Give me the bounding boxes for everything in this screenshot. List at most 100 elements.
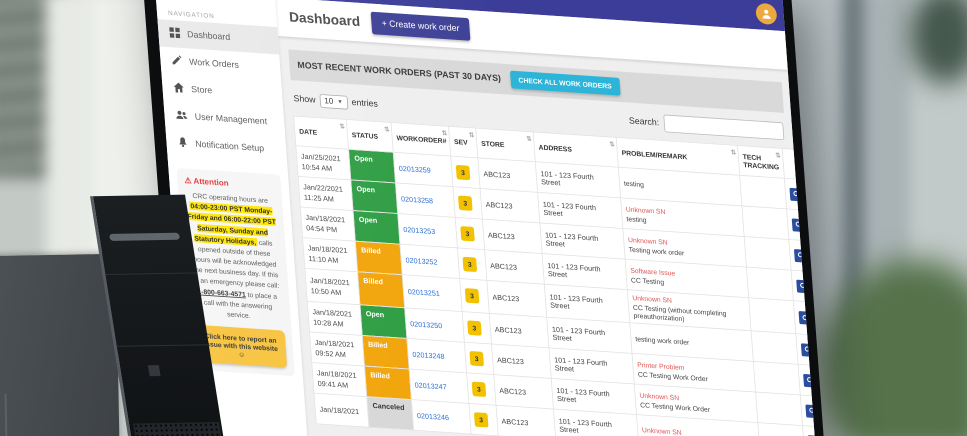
view-workorder-button[interactable] (791, 218, 807, 232)
column-header-label: ADDRESS (538, 143, 573, 154)
severity-badge: 3 (469, 350, 484, 366)
view-workorder-button[interactable] (796, 279, 811, 294)
search-label: Search: (628, 116, 660, 128)
search-icon (793, 188, 801, 201)
entries-select[interactable]: 10 ▼ (319, 93, 349, 110)
column-header-label: DATE (298, 127, 318, 137)
dashboard-app: AM PM NAVIGATION DashboardWork OrdersSto… (152, 0, 821, 436)
workorder-link[interactable]: 02013252 (405, 256, 438, 266)
cell-status: Open (359, 304, 407, 339)
cell-workorder: 02013252 (399, 244, 460, 279)
pc-tower-side (0, 253, 121, 436)
pencil-icon (171, 55, 182, 69)
office-scene: AM PM NAVIGATION DashboardWork OrdersSto… (0, 0, 967, 436)
column-header-workorder-[interactable]: WORKORDER# ⇅ (391, 122, 451, 157)
cell-sev: 3 (457, 247, 487, 281)
severity-badge: 3 (464, 288, 480, 304)
cell-store: ABC123 (486, 280, 547, 318)
column-header-status[interactable]: STATUS ⇅ (346, 119, 394, 153)
workorder-link[interactable]: 02013248 (412, 350, 445, 360)
cell-actions (798, 364, 821, 397)
cell-date: Jan/18/2021 04:54 PM (300, 207, 356, 242)
search-icon (797, 249, 805, 262)
cell-status: Billed (362, 335, 410, 369)
severity-badge: 3 (473, 411, 489, 428)
workorder-link[interactable]: 02013246 (417, 411, 450, 421)
cell-tech-tracking (755, 392, 803, 426)
cell-tech-tracking (748, 297, 796, 334)
cell-workorder: 02013253 (397, 213, 458, 248)
workorder-link[interactable]: 02013250 (410, 319, 443, 329)
sidebar-nav: Dashboard Work Orders Store User Management… (157, 19, 287, 164)
view-workorder-button[interactable] (793, 248, 809, 263)
view-workorder-button[interactable] (805, 404, 820, 418)
monitor: AM PM NAVIGATION DashboardWork OrdersSto… (140, 0, 833, 436)
cell-tech-tracking (753, 361, 801, 395)
person-icon (762, 9, 771, 20)
sidebar-item-label: Work Orders (188, 57, 240, 71)
search-control: Search: (628, 112, 785, 141)
sidebar-item-label: User Management (194, 112, 268, 127)
cell-status: Canceled (366, 396, 414, 431)
workorder-link[interactable]: 02013258 (401, 194, 434, 204)
view-workorder-button[interactable] (803, 373, 818, 388)
sort-icon: ⇅ (468, 131, 475, 139)
view-workorder-button[interactable] (800, 342, 816, 357)
attention-title: ⚠ Attention (184, 176, 274, 191)
status-badge: Billed (355, 241, 402, 275)
cell-status: Open (350, 179, 398, 214)
column-header-label: WORKORDER# (396, 133, 447, 145)
sort-icon: ⇅ (730, 148, 737, 157)
cell-actions (800, 394, 821, 428)
search-icon (804, 344, 812, 357)
column-header-sev[interactable]: SEV ⇅ (448, 126, 478, 158)
cell-workorder: 02013259 (393, 152, 453, 187)
pc-tower (0, 194, 233, 436)
sort-icon: ⇅ (526, 135, 532, 143)
status-badge: Billed (357, 272, 405, 308)
column-header-tech-tracking[interactable]: TECH TRACKING ⇅ (737, 145, 785, 179)
severity-badge: 3 (462, 256, 477, 272)
pc-logo-emblem (147, 365, 161, 377)
column-header-label: STORE (480, 139, 505, 149)
cell-address: 101 - 123 Fourth Street (553, 409, 639, 436)
cell-store: ABC123 (477, 157, 538, 193)
workorder-link[interactable]: 02013247 (414, 381, 447, 391)
workorder-link[interactable]: 02013259 (398, 164, 431, 174)
view-workorder-button[interactable] (789, 187, 804, 202)
status-badge: Billed (364, 366, 411, 400)
column-header-label: STATUS (351, 130, 379, 141)
column-header-date[interactable]: DATE ⇅ (293, 115, 349, 150)
column-header-store[interactable]: STORE ⇅ (475, 128, 536, 162)
sort-icon: ⇅ (775, 151, 781, 160)
cell-sev: 3 (462, 311, 492, 345)
cell-sev: 3 (455, 217, 485, 250)
workorder-link[interactable]: 02013251 (408, 288, 441, 298)
cell-status: Open (348, 149, 396, 183)
cell-date: Jan/18/2021 10:28 AM (307, 301, 363, 336)
severity-badge: 3 (471, 381, 487, 397)
search-icon (799, 280, 807, 293)
sidebar-item-label: Dashboard (186, 29, 231, 43)
user-avatar[interactable] (755, 2, 778, 26)
cell-sev: 3 (466, 372, 497, 406)
check-all-work-orders-button[interactable]: CHECK ALL WORK ORDERS (509, 70, 621, 96)
remark-text: testing (623, 178, 645, 189)
cell-date: Jan/18/2021 11:10 AM (302, 237, 358, 272)
cell-tech-tracking (757, 422, 805, 436)
entries-label: entries (351, 97, 379, 110)
sidebar-item-label: Store (190, 84, 213, 96)
search-input[interactable] (663, 114, 785, 141)
status-badge: Open (348, 149, 396, 183)
cell-workorder: 02013258 (395, 182, 456, 218)
cell-status: Billed (357, 271, 405, 308)
recent-orders-title: MOST RECENT WORK ORDERS (PAST 30 DAYS) (297, 60, 502, 84)
view-workorder-button[interactable] (798, 311, 814, 325)
ampm-logo: AM PM (185, 0, 244, 2)
workorder-link[interactable]: 02013253 (403, 225, 436, 235)
cell-date: Jan/18/2021 09:41 AM (311, 362, 367, 397)
column-header-address[interactable]: ADDRESS ⇅ (533, 131, 619, 168)
cell-sev: 3 (452, 186, 483, 220)
create-work-order-button[interactable]: + Create work order (370, 11, 471, 41)
home-icon (173, 82, 184, 96)
